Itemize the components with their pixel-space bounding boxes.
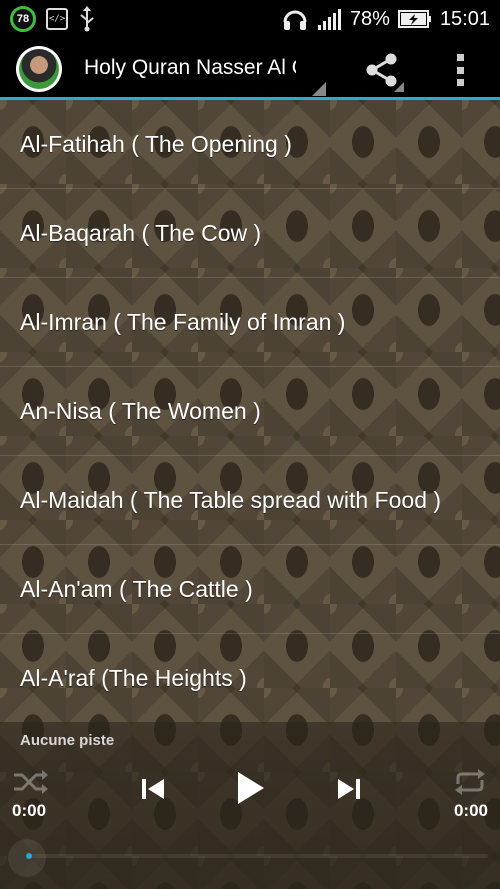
list-item[interactable]: Al-Maidah ( The Table spread with Food ) xyxy=(0,456,500,545)
next-track-icon[interactable] xyxy=(334,774,364,804)
clock: 15:01 xyxy=(439,7,490,30)
surah-title: An-Nisa ( The Women ) xyxy=(20,397,261,424)
previous-track-icon[interactable] xyxy=(138,774,168,804)
signal-icon xyxy=(317,9,341,30)
list-item[interactable]: Al-A'raf (The Heights ) xyxy=(0,634,500,723)
status-bar: 78 </> 78% 15:01 xyxy=(0,0,500,38)
title-dropdown-indicator-icon xyxy=(312,82,326,96)
seek-bar[interactable] xyxy=(28,854,488,858)
developer-code-icon: </> xyxy=(46,8,68,30)
app-screen: 78 </> 78% 15:01 Holy Quran Nasser Al Al… xyxy=(0,0,500,889)
surah-title: Al-Maidah ( The Table spread with Food ) xyxy=(20,486,442,513)
list-item[interactable]: An-Nisa ( The Women ) xyxy=(0,367,500,456)
reciter-avatar xyxy=(19,49,59,89)
now-playing-label: Aucune piste xyxy=(20,732,115,749)
overflow-menu-icon[interactable] xyxy=(446,52,474,88)
surah-title: Al-Imran ( The Family of Imran ) xyxy=(20,308,346,335)
app-logo[interactable] xyxy=(16,46,62,92)
list-item[interactable]: Al-An'am ( The Cattle ) xyxy=(0,545,500,634)
repeat-icon[interactable] xyxy=(452,768,488,796)
surah-title: Al-A'raf (The Heights ) xyxy=(20,665,247,691)
share-dropdown-indicator-icon xyxy=(394,82,404,92)
action-bar: Holy Quran Nasser Al Qatami xyxy=(0,38,500,100)
audio-player: Aucune piste 0:00 0:00 xyxy=(0,722,500,889)
headphones-icon xyxy=(283,10,307,30)
battery-percent: 78% xyxy=(349,7,390,30)
list-item[interactable]: Al-Imran ( The Family of Imran ) xyxy=(0,278,500,367)
usb-icon xyxy=(80,6,94,32)
surah-title: Al-Fatihah ( The Opening ) xyxy=(20,130,292,157)
total-time: 0:00 xyxy=(453,801,488,820)
surah-list: Al-Fatihah ( The Opening ) Al-Baqarah ( … xyxy=(0,100,500,723)
surah-title: Al-An'am ( The Cattle ) xyxy=(20,575,253,602)
app-title[interactable]: Holy Quran Nasser Al Qatami xyxy=(84,56,296,80)
list-item[interactable]: Al-Fatihah ( The Opening ) xyxy=(0,100,500,189)
current-time: 0:00 xyxy=(12,801,47,820)
list-item[interactable]: Al-Baqarah ( The Cow ) xyxy=(0,189,500,278)
shuffle-icon[interactable] xyxy=(12,768,48,796)
play-icon[interactable] xyxy=(232,768,268,808)
seek-handle-dot xyxy=(26,853,32,859)
battery-charging-icon xyxy=(397,10,431,28)
surah-title: Al-Baqarah ( The Cow ) xyxy=(20,219,262,246)
notification-badge-icon: 78 xyxy=(10,6,36,32)
